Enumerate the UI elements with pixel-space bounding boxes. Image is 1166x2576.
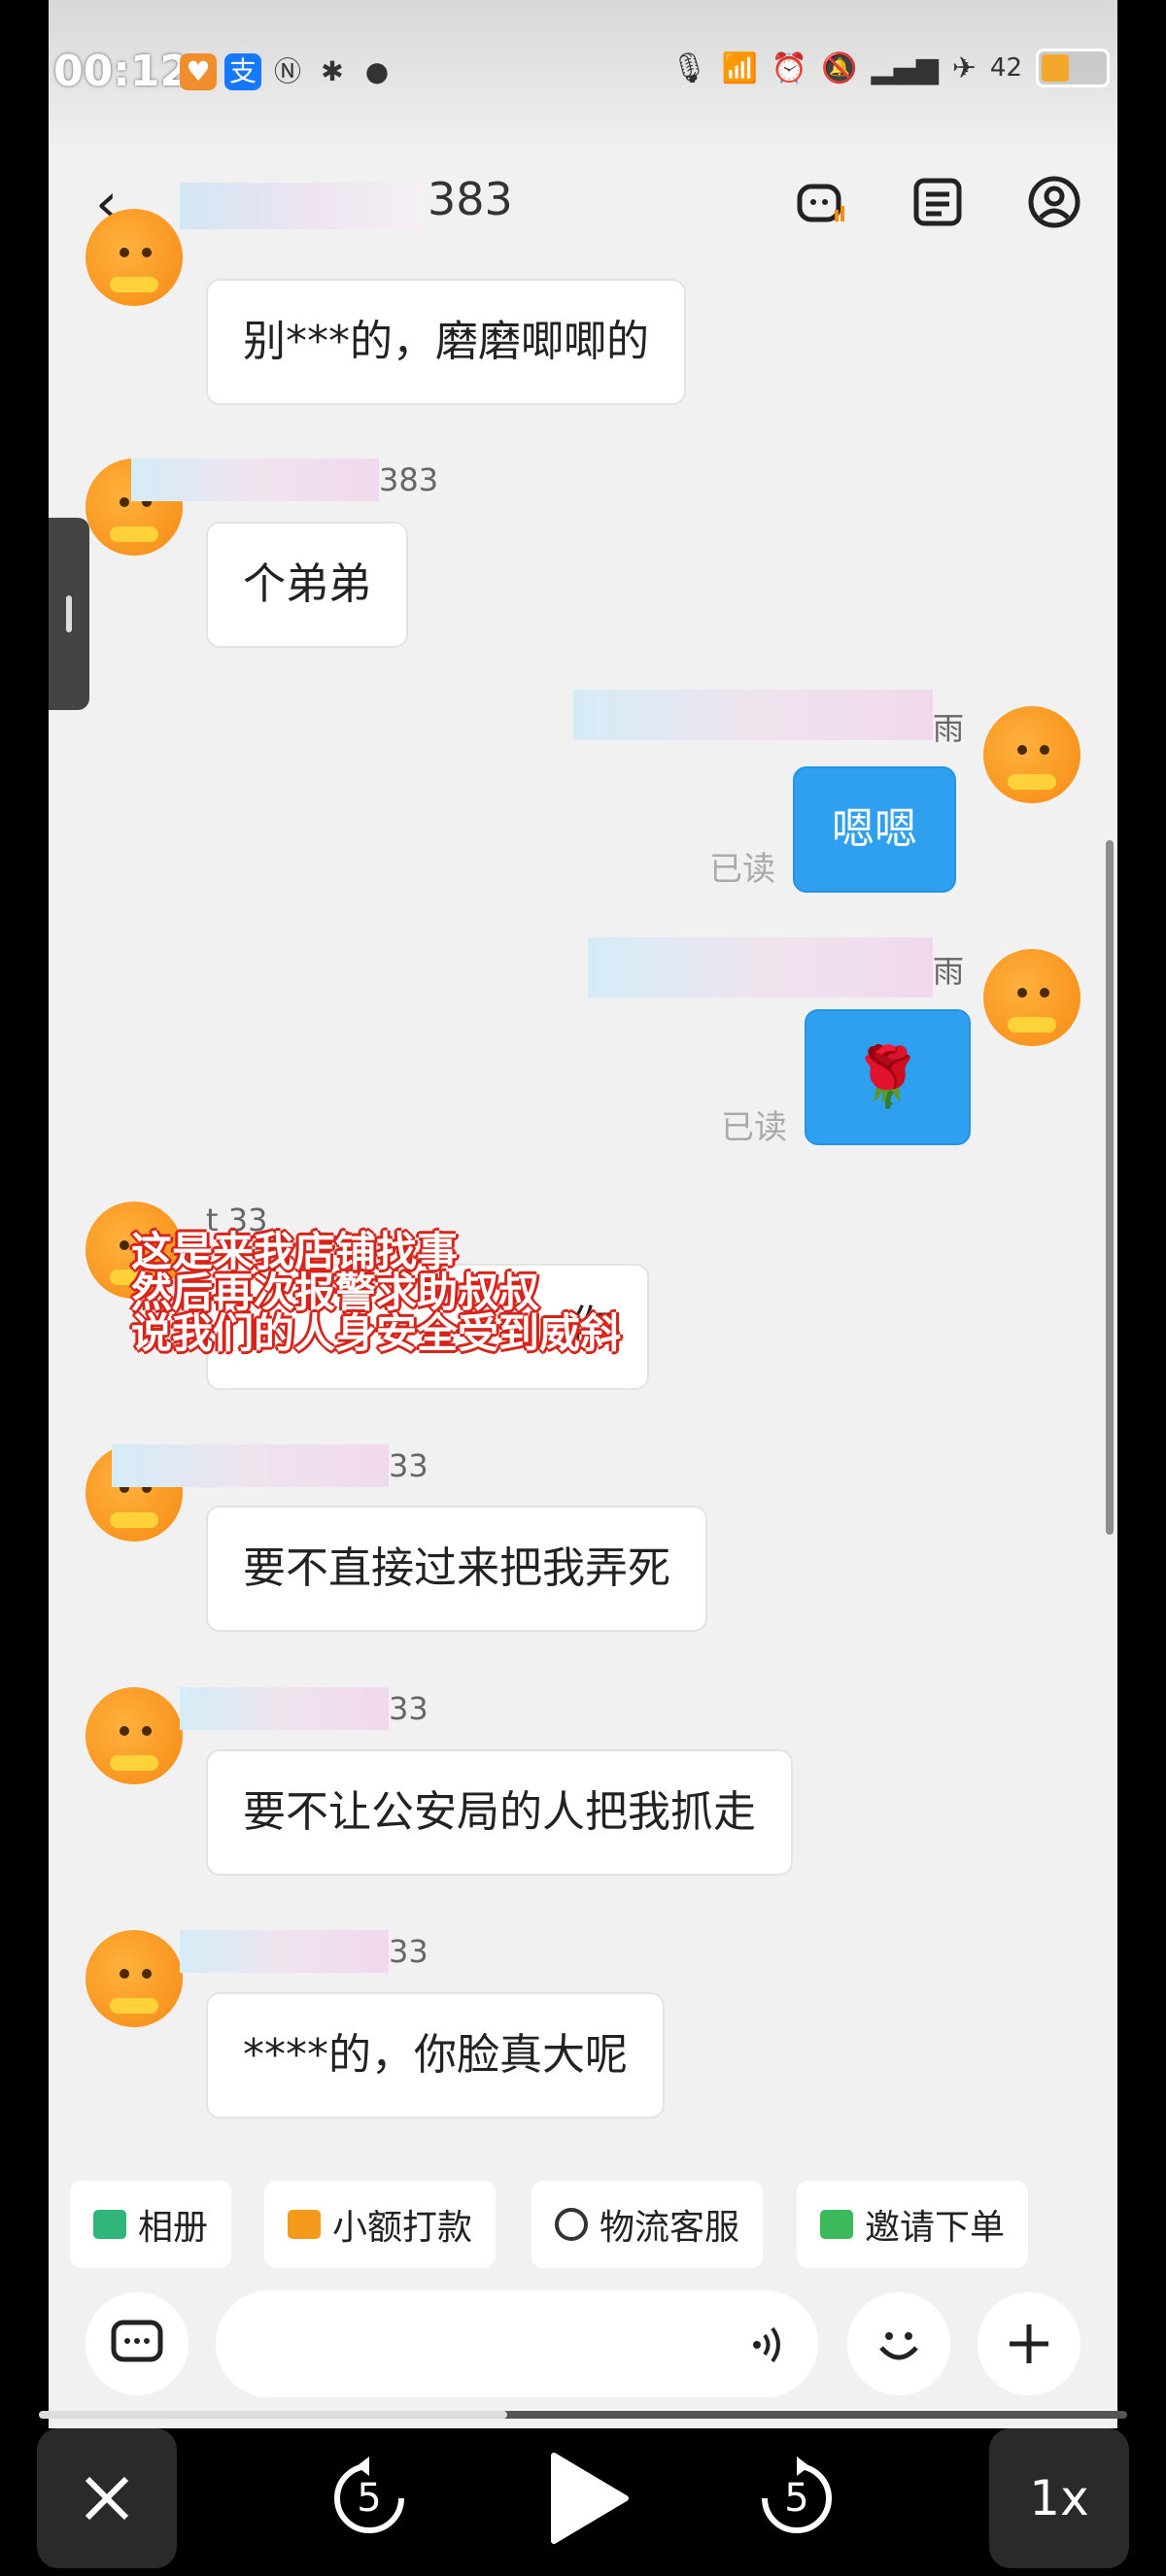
avatar[interactable]: [86, 1687, 183, 1784]
forward-button[interactable]: 5: [748, 2450, 845, 2547]
quick-action-label: 小额打款: [332, 2208, 473, 2248]
name-blur: [573, 690, 933, 740]
scrollbar[interactable]: [1106, 840, 1114, 1535]
sender-name: 383: [379, 461, 439, 498]
close-icon: [85, 2476, 129, 2521]
status-right-icons: 🎙 📶 ⏰ 🔕 ▂▄▆ ✈ 42: [670, 49, 1110, 87]
message-bubble[interactable]: ****的，你脸真大呢: [206, 1992, 665, 2118]
robot-icon[interactable]: [792, 173, 850, 231]
alarm-icon: ⏰: [771, 51, 808, 85]
emoji-icon[interactable]: [847, 2292, 950, 2395]
phone-screen: 00:12 ♥ 支 Ⓝ ✱ ● 🎙 📶 ⏰ 🔕 ▂▄▆ ✈ 42 ‹ 383 别…: [49, 0, 1117, 2428]
sender-name: 33: [389, 1690, 429, 1727]
battery-level: 42: [989, 53, 1022, 83]
mic-icon: 🎙: [670, 51, 708, 85]
voice-icon[interactable]: [740, 2316, 799, 2374]
quick-action-logistics[interactable]: 物流客服: [532, 2181, 764, 2268]
album-icon: [93, 2210, 126, 2239]
message-bubble[interactable]: 要不让公安局的人把我抓走: [206, 1749, 793, 1876]
play-icon: [551, 2453, 629, 2544]
status-left-icons: ♥ 支 Ⓝ ✱ ●: [180, 53, 395, 90]
name-blur: [588, 937, 933, 998]
plus-icon[interactable]: [977, 2292, 1080, 2395]
forward-seconds: 5: [784, 2476, 809, 2521]
signal-icon: ▂▄▆: [871, 51, 939, 85]
rewind-seconds: 5: [357, 2476, 382, 2521]
message-list[interactable]: 别***的，磨磨唧唧的 383 个弟弟 雨 嗯嗯 已读 雨 🌹 已读 t 33 …: [49, 209, 1117, 2152]
name-blur: [131, 458, 379, 501]
avatar[interactable]: [86, 1930, 183, 2027]
title-blur: [180, 183, 423, 229]
video-progress-bar[interactable]: [39, 2411, 1127, 2419]
message-bubble[interactable]: 要不直接过来把我弄死: [206, 1506, 707, 1632]
bluetooth-icon: ✱: [321, 55, 344, 87]
quick-action-album[interactable]: 相册: [70, 2181, 232, 2268]
mute-icon: 🔕: [821, 51, 858, 85]
status-time: 00:12: [53, 47, 190, 96]
chat-header: ‹ 383: [49, 146, 1117, 257]
video-caption: 这是来我店铺找事 然后再次报警求助叔叔 说我们的人身安全受到威斜: [131, 1232, 621, 1354]
name-blur: [180, 1930, 389, 1973]
chat-icon[interactable]: [86, 2292, 189, 2395]
rewind-button[interactable]: 5: [321, 2450, 418, 2547]
playback-speed-button[interactable]: 1x: [989, 2428, 1129, 2568]
battery-icon: [1036, 49, 1110, 87]
video-player-controls: 5 5 1x: [0, 2428, 1166, 2576]
name-blur: [180, 1687, 389, 1730]
name-blur: [112, 1444, 389, 1487]
avatar[interactable]: [983, 949, 1080, 1046]
invite-order-icon: [820, 2210, 853, 2239]
read-status: 已读: [721, 1108, 787, 1147]
message-bubble[interactable]: 个弟弟: [206, 522, 408, 648]
nfc-icon: Ⓝ: [273, 55, 301, 87]
quick-action-payment[interactable]: 小额打款: [264, 2181, 497, 2268]
caption-line: 这是来我店铺找事: [131, 1228, 459, 1275]
close-button[interactable]: [37, 2428, 177, 2568]
play-button[interactable]: [539, 2450, 636, 2547]
caption-line: 然后再次报警求助叔叔: [131, 1269, 540, 1316]
logistics-service-icon: [555, 2208, 588, 2241]
caption-line: 说我们的人身安全受到威斜: [131, 1309, 622, 1357]
message-bubble-self[interactable]: 🌹: [805, 1009, 971, 1145]
wifi-icon: 📶: [721, 51, 758, 85]
payment-icon: [288, 2210, 321, 2239]
message-bubble[interactable]: 别***的，磨磨唧唧的: [206, 279, 686, 405]
heart-app-icon: ♥: [180, 53, 217, 90]
input-row: [49, 2283, 1117, 2409]
avatar[interactable]: [86, 209, 183, 306]
quick-action-label: 物流客服: [600, 2208, 740, 2248]
profile-icon[interactable]: [1025, 173, 1083, 231]
sender-name: 33: [389, 1447, 429, 1484]
side-drawer-handle[interactable]: [49, 518, 89, 710]
sender-name: 33: [389, 1933, 429, 1970]
video-progress-fill: [39, 2411, 507, 2419]
airplane-icon: ✈: [951, 51, 977, 85]
sender-name: 雨: [933, 710, 965, 747]
chat-title: 383: [428, 173, 513, 225]
message-bubble-self[interactable]: 嗯嗯: [793, 766, 956, 893]
sender-name: 雨: [933, 953, 965, 990]
location-icon: ●: [364, 55, 390, 87]
alipay-icon: 支: [224, 53, 261, 90]
quick-action-label: 相册: [138, 2208, 209, 2248]
status-bar: 00:12 ♥ 支 Ⓝ ✱ ● 🎙 📶 ⏰ 🔕 ▂▄▆ ✈ 42: [49, 0, 1117, 146]
notes-icon[interactable]: [909, 173, 967, 231]
avatar[interactable]: [983, 706, 1080, 803]
quick-action-label: 邀请下单: [865, 2208, 1006, 2248]
quick-action-invite[interactable]: 邀请下单: [797, 2181, 1029, 2268]
message-input[interactable]: [216, 2290, 818, 2397]
read-status: 已读: [709, 850, 775, 889]
